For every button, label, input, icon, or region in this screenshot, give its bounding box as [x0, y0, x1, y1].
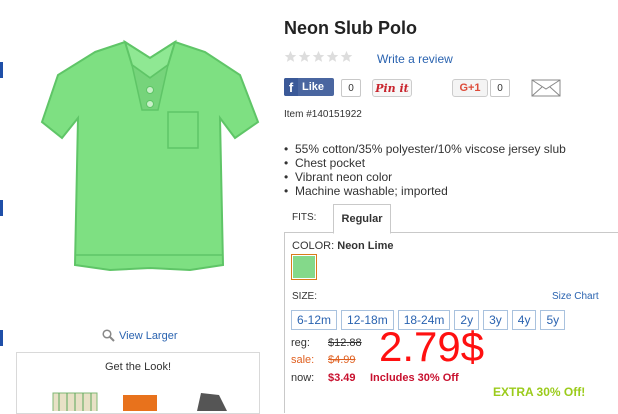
edge-marker — [0, 330, 3, 346]
facebook-like-count: 0 — [341, 79, 361, 97]
color-value: Neon Lime — [337, 240, 394, 252]
color-label: COLOR: Neon Lime — [292, 240, 393, 252]
view-larger-link[interactable]: View Larger — [102, 329, 178, 342]
feature-item: 55% cotton/35% polyester/10% viscose jer… — [284, 142, 566, 156]
rating-stars[interactable] — [284, 50, 353, 63]
fits-label: FITS: — [292, 212, 317, 223]
star-empty-icon — [298, 50, 311, 62]
facebook-like-label: Like — [302, 81, 325, 93]
swatch-fill — [293, 256, 315, 278]
size-option[interactable]: 5y — [540, 310, 566, 330]
product-image[interactable] — [40, 30, 262, 290]
product-title: Neon Slub Polo — [284, 18, 417, 38]
color-label-text: COLOR: — [292, 240, 335, 252]
email-icon[interactable] — [531, 79, 561, 97]
get-the-look-title: Get the Look! — [104, 361, 172, 373]
extra-promo-badge: EXTRA 30% Off! — [493, 385, 586, 399]
star-empty-icon — [326, 50, 339, 62]
feature-item: Vibrant neon color — [284, 170, 566, 184]
item-number: Item #140151922 — [284, 109, 362, 120]
facebook-like-button[interactable]: f Like — [284, 78, 334, 96]
edge-marker — [0, 200, 3, 216]
feature-item: Machine washable; imported — [284, 184, 566, 198]
regular-price-label: reg: — [291, 337, 310, 349]
size-chart-link[interactable]: Size Chart — [552, 291, 599, 302]
now-price-label: now: — [291, 372, 315, 384]
facebook-icon: f — [284, 78, 298, 96]
star-empty-icon — [284, 50, 297, 62]
sale-price-label: sale: — [291, 354, 315, 366]
write-review-link[interactable]: Write a review — [377, 52, 453, 66]
pinterest-pin-button[interactable]: Pin it — [372, 79, 412, 97]
feature-item: Chest pocket — [284, 156, 566, 170]
polo-shirt-image — [40, 39, 260, 272]
size-option[interactable]: 4y — [511, 310, 537, 330]
tab-regular-fit[interactable]: Regular — [333, 204, 391, 234]
size-option[interactable]: 6-12m — [291, 310, 338, 330]
edge-marker — [0, 62, 3, 78]
overlay-price: 2.79$ — [379, 323, 485, 370]
sale-price: $4.99 — [328, 354, 356, 366]
feature-list: 55% cotton/35% polyester/10% viscose jer… — [284, 142, 566, 198]
discount-note: Includes 30% Off — [370, 372, 459, 384]
size-label: SIZE: — [292, 291, 318, 302]
view-larger-label: View Larger — [119, 329, 178, 342]
star-empty-icon — [340, 50, 353, 62]
google-plus-count: 0 — [490, 79, 510, 97]
now-price: $3.49 — [328, 372, 356, 384]
magnifier-icon — [102, 329, 115, 342]
color-swatch-neon-lime[interactable] — [291, 254, 317, 280]
regular-price: $12.88 — [328, 337, 362, 349]
star-empty-icon — [312, 50, 325, 62]
get-the-look-panel: Get the Look! — [16, 352, 260, 414]
google-plus-button[interactable]: G+1 — [452, 79, 488, 97]
size-option[interactable]: 3y — [483, 310, 508, 330]
